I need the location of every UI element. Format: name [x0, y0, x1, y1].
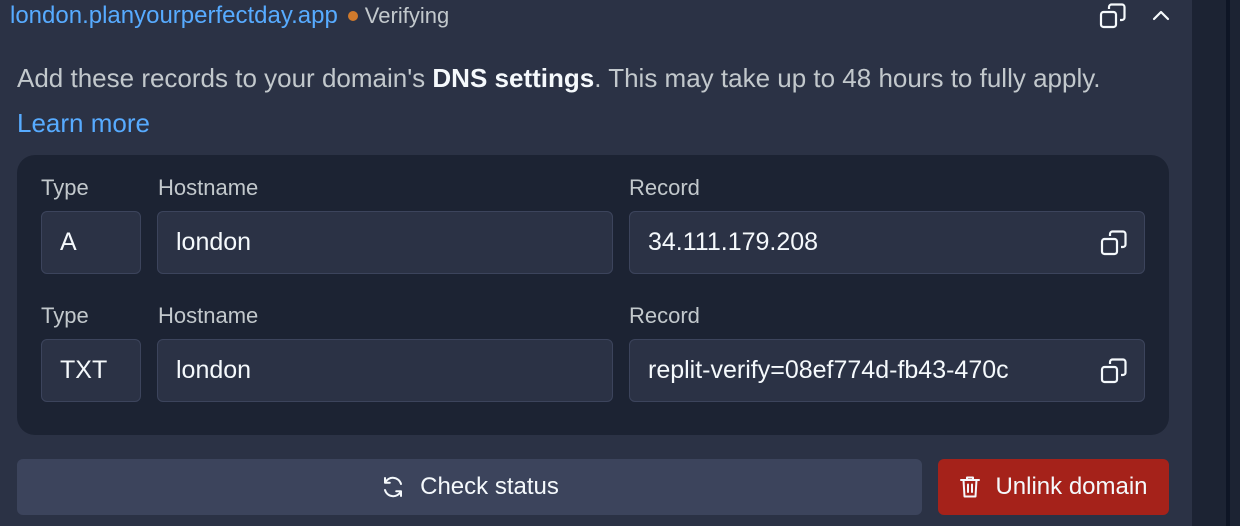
- copy-record-button[interactable]: [1098, 355, 1130, 387]
- status-text: Verifying: [364, 3, 450, 28]
- collapse-button[interactable]: [1145, 0, 1177, 32]
- record-value: replit-verify=08ef774d-fb43-470c: [648, 356, 1009, 384]
- copy-record-button[interactable]: [1098, 227, 1130, 259]
- hostname-value: london: [176, 228, 252, 256]
- description-text: Add these records to your domain's: [17, 63, 433, 93]
- type-field[interactable]: A: [41, 211, 141, 274]
- check-status-label: Check status: [420, 473, 559, 500]
- type-label: Type: [41, 303, 89, 328]
- trash-icon: [960, 476, 981, 498]
- record-label: Record: [629, 175, 700, 200]
- status-badge: Verifying: [347, 3, 450, 29]
- copy-icon: [1099, 3, 1126, 29]
- unlink-domain-button[interactable]: Unlink domain: [938, 459, 1169, 515]
- hostname-label: Hostname: [158, 175, 259, 200]
- hostname-field[interactable]: london: [157, 339, 613, 402]
- description-bold: DNS settings: [432, 63, 595, 93]
- hostname-label: Hostname: [158, 303, 259, 328]
- chevron-up-icon: [1152, 10, 1170, 21]
- copy-icon: [1100, 230, 1127, 256]
- record-field[interactable]: replit-verify=08ef774d-fb43-470c: [629, 339, 1145, 402]
- record-label: Record: [629, 303, 700, 328]
- copy-icon: [1100, 358, 1127, 384]
- status-dot-icon: [347, 11, 358, 21]
- domain-header: london.planyourperfectday.app Verifying: [10, 0, 449, 32]
- domain-link[interactable]: london.planyourperfectday.app: [10, 2, 338, 30]
- type-field[interactable]: TXT: [41, 339, 141, 402]
- hostname-value: london: [176, 356, 252, 384]
- record-field[interactable]: 34.111.179.208: [629, 211, 1145, 274]
- refresh-icon: [384, 476, 403, 498]
- copy-domain-button[interactable]: [1097, 0, 1129, 32]
- hostname-field[interactable]: london: [157, 211, 613, 274]
- check-status-button[interactable]: Check status: [17, 459, 922, 515]
- dns-records-card: Type Hostname Record A london 34.111.179…: [17, 155, 1169, 435]
- type-value: TXT: [60, 356, 108, 384]
- dns-description: Add these records to your domain's DNS s…: [17, 56, 1147, 146]
- description-text-after: . This may take up to 48 hours to fully …: [594, 63, 1101, 93]
- record-value: 34.111.179.208: [648, 228, 819, 256]
- right-gutter: [1192, 0, 1240, 526]
- learn-more-link[interactable]: Learn more: [17, 108, 150, 138]
- scrollbar-edge: [1226, 0, 1230, 526]
- domain-panel: london.planyourperfectday.app Verifying …: [0, 0, 1192, 526]
- type-value: A: [60, 228, 77, 256]
- unlink-domain-label: Unlink domain: [995, 473, 1148, 500]
- type-label: Type: [41, 175, 89, 200]
